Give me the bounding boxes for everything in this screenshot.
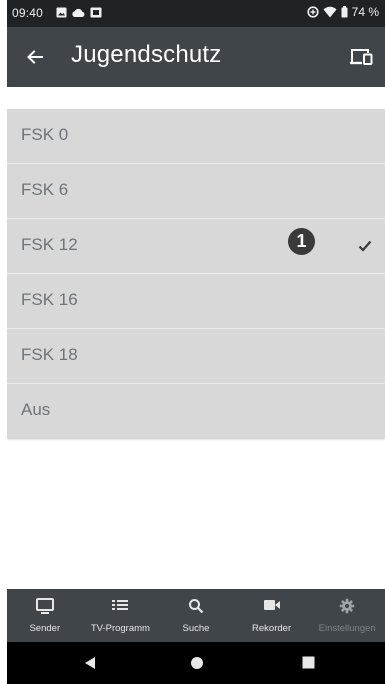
list-item-label: FSK 12: [21, 235, 78, 254]
age-rating-list: FSK 0 FSK 6 FSK 12 FSK 16 FSK 18 Aus: [7, 109, 385, 438]
callout-badge: 1: [288, 228, 315, 255]
list-icon: [112, 600, 129, 610]
nav-item-suche[interactable]: Suche: [158, 589, 234, 642]
data-saver-icon: [307, 6, 319, 18]
app-bar: Jugendschutz: [7, 27, 385, 87]
search-icon: [188, 599, 204, 614]
status-indicators: 74 %: [307, 5, 379, 19]
page-title: Jugendschutz: [71, 41, 222, 68]
nav-label: Suche: [182, 623, 210, 634]
list-item-fsk-12[interactable]: FSK 12: [7, 219, 385, 274]
wifi-icon: [323, 6, 337, 18]
video-camera-icon: [263, 600, 280, 610]
devices-icon[interactable]: [349, 47, 373, 67]
list-item-label: Aus: [21, 400, 51, 419]
screen-border: [0, 0, 7, 684]
image-notification-icon: [56, 7, 67, 18]
status-bar: 09:40 74 %: [7, 0, 385, 27]
tv-icon: [35, 598, 54, 614]
nav-item-einstellungen[interactable]: Einstellungen: [309, 589, 385, 642]
list-item-aus[interactable]: Aus: [7, 384, 385, 438]
home-circle-icon[interactable]: [190, 656, 204, 670]
nav-item-rekorder[interactable]: Rekorder: [234, 589, 310, 642]
list-item-fsk-18[interactable]: FSK 18: [7, 329, 385, 384]
status-time: 09:40: [12, 6, 44, 20]
battery-percentage: 74 %: [351, 5, 379, 19]
nav-label: TV-Programm: [90, 623, 150, 634]
bottom-navigation: Sender TV-Programm Suche Rekorder Einste…: [7, 589, 385, 642]
list-item-fsk-0[interactable]: FSK 0: [7, 109, 385, 164]
list-item-label: FSK 0: [21, 125, 69, 144]
checkmark-icon: [358, 240, 372, 252]
list-item-fsk-6[interactable]: FSK 6: [7, 164, 385, 219]
nav-label: Sender: [29, 623, 61, 634]
back-triangle-icon[interactable]: [84, 656, 96, 670]
list-item-label: FSK 16: [21, 290, 78, 309]
cloud-notification-icon: [72, 8, 85, 17]
system-navigation-bar: [7, 642, 385, 684]
list-item-fsk-16[interactable]: FSK 16: [7, 274, 385, 329]
nav-item-sender[interactable]: Sender: [7, 589, 83, 642]
nav-item-tv-programm[interactable]: TV-Programm: [83, 589, 159, 642]
list-item-label: FSK 6: [21, 180, 69, 199]
gear-icon: [339, 598, 355, 614]
recents-square-icon[interactable]: [302, 656, 315, 669]
list-item-label: FSK 18: [21, 345, 78, 364]
back-arrow-icon[interactable]: [23, 45, 47, 69]
battery-icon: [341, 6, 348, 18]
nav-label: Rekorder: [252, 623, 292, 634]
nav-label: Einstellungen: [318, 623, 376, 634]
screen-notification-icon: [90, 7, 102, 18]
